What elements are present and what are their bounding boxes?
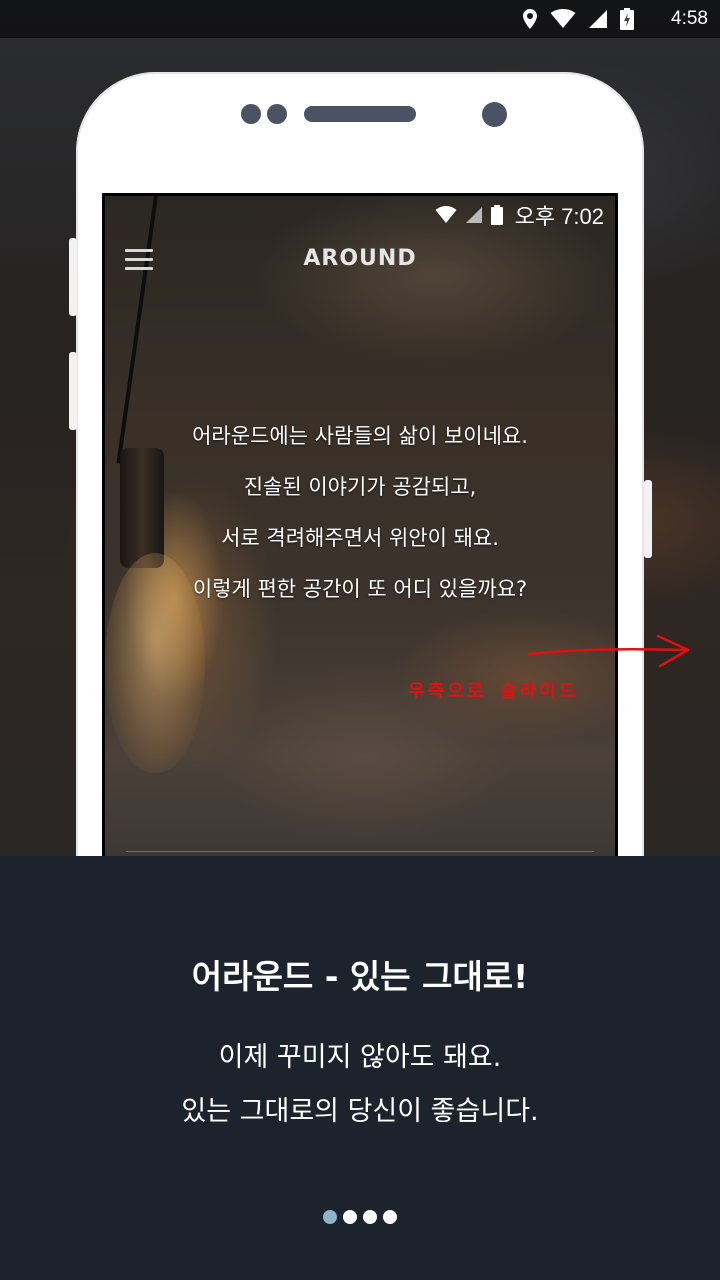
signal-icon (465, 207, 482, 223)
intro-line: 이렇게 편한 공간이 또 어디 있을까요? (192, 577, 528, 601)
battery-icon (490, 205, 503, 225)
page-dot-4[interactable] (383, 1210, 397, 1224)
page-dot-2[interactable] (343, 1210, 357, 1224)
mockup-status-time: 오후 7:02 (514, 204, 604, 229)
signal-icon (589, 10, 607, 28)
onboarding-screen: 4:58 오후 7:02 AROUND 어라운드에는 사람들의 삶이 보이네요.… (0, 0, 720, 1280)
wifi-icon (435, 206, 457, 223)
volume-down-button (69, 352, 77, 430)
location-icon (523, 9, 537, 29)
mockup-screen: 오후 7:02 AROUND 어라운드에는 사람들의 삶이 보이네요. 진솔된 … (102, 193, 618, 856)
onboarding-panel: 어라운드 - 있는 그대로! 이제 꾸미지 않아도 돼요. 있는 그대로의 당신… (0, 856, 720, 1280)
description-line: 이제 꾸미지 않아도 돼요. (218, 1042, 502, 1073)
battery-charging-icon (620, 8, 634, 30)
status-time: 4:58 (671, 8, 708, 29)
volume-up-button (69, 238, 77, 316)
intro-text: 어라운드에는 사람들의 삶이 보이네요. 진솔된 이야기가 공감되고, 서로 격… (102, 411, 618, 615)
page-dot-3[interactable] (363, 1210, 377, 1224)
status-bar: 4:58 (0, 0, 720, 38)
speaker-grille (304, 106, 416, 122)
camera-icon (482, 102, 507, 127)
intro-line: 진솔된 이야기가 공감되고, (243, 475, 477, 499)
divider (126, 851, 594, 852)
description-line: 있는 그대로의 당신이 좋습니다. (181, 1096, 539, 1127)
onboarding-description: 이제 꾸미지 않아도 돼요. 있는 그대로의 당신이 좋습니다. (0, 1031, 720, 1139)
sensor-icon (267, 104, 287, 124)
slide-hint: 우측으로 슬라이드 (408, 681, 579, 702)
status-icons (522, 8, 634, 30)
page-indicator (0, 1210, 720, 1224)
onboarding-title: 어라운드 - 있는 그대로! (191, 957, 529, 996)
app-logo: AROUND (303, 246, 417, 271)
mockup-status-bar: 오후 7:02 (435, 203, 604, 229)
intro-line: 서로 격려해주면서 위안이 돼요. (221, 526, 499, 550)
sensor-icon (241, 104, 261, 124)
wifi-icon (550, 9, 576, 28)
page-dot-1[interactable] (323, 1210, 337, 1224)
intro-line: 어라운드에는 사람들의 삶이 보이네요. (192, 424, 528, 448)
swipe-right-arrow-icon (527, 634, 690, 668)
power-button (644, 480, 652, 558)
